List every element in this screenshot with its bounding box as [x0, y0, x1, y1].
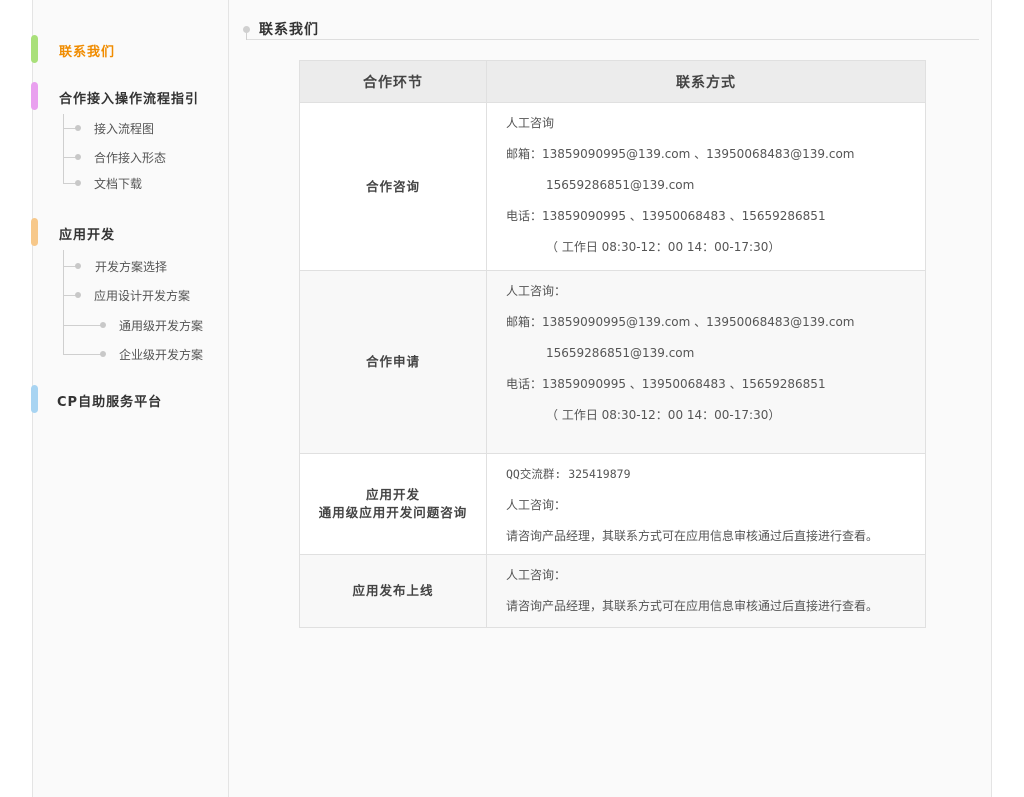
page-title: 联系我们: [259, 22, 319, 38]
page-frame: 联系我们 合作接入操作流程指引 接入流程图 合作接入形态 文档下载 应用开发 开…: [31, 0, 992, 797]
row-content: 人工咨询 邮箱：13859090995@139.com 、13950068483…: [506, 116, 855, 254]
main-content: 联系我们 合作环节 联系方式 合作咨询 人工咨询 邮箱：13859090995@…: [229, 0, 991, 797]
sidebar-subitem-general-plan[interactable]: 通用级开发方案: [33, 315, 229, 335]
bullet-icon: [75, 292, 81, 298]
row-label: 应用开发 通用级应用开发问题咨询: [300, 454, 487, 554]
sidebar-item-contact-us[interactable]: 联系我们: [59, 41, 115, 60]
sidebar-section-guide[interactable]: 合作接入操作流程指引: [31, 82, 229, 110]
bullet-icon: [75, 125, 81, 131]
table-row: 合作申请 人工咨询： 邮箱：13859090995@139.com 、13950…: [300, 271, 925, 454]
row-content: QQ交流群: 325419879 人工咨询： 请咨询产品经理，其联系方式可在应用…: [506, 467, 879, 543]
sidebar-subitem-docs-download[interactable]: 文档下载: [33, 173, 229, 193]
title-divider: [247, 39, 979, 40]
column-header: 联系方式: [676, 74, 736, 91]
contact-table: 合作环节 联系方式 合作咨询 人工咨询 邮箱：13859090995@139.c…: [299, 60, 926, 628]
sidebar-item-app-dev[interactable]: 应用开发: [59, 224, 115, 243]
sidebar-section-cp[interactable]: CP自助服务平台: [31, 385, 229, 413]
bullet-icon: [100, 322, 106, 328]
section-marker: [31, 35, 38, 63]
sidebar-section-dev[interactable]: 应用开发: [31, 218, 229, 246]
column-header: 合作环节: [300, 61, 487, 102]
table-row: 合作咨询 人工咨询 邮箱：13859090995@139.com 、139500…: [300, 103, 925, 271]
row-content: 人工咨询： 请咨询产品经理，其联系方式可在应用信息审核通过后直接进行查看。: [506, 568, 879, 613]
bullet-icon: [75, 180, 81, 186]
sidebar-subitem-dev-plan[interactable]: 开发方案选择: [33, 256, 229, 276]
sidebar-item-cp-platform[interactable]: CP自助服务平台: [57, 391, 162, 410]
table-header: 合作环节 联系方式: [300, 61, 925, 103]
table-row: 应用开发 通用级应用开发问题咨询 QQ交流群: 325419879 人工咨询： …: [300, 454, 925, 555]
sidebar-subitem-enterprise-plan[interactable]: 企业级开发方案: [33, 344, 229, 364]
row-label: 合作咨询: [300, 103, 487, 270]
bullet-icon: [100, 351, 106, 357]
bullet-icon: [75, 154, 81, 160]
table-row: 应用发布上线 人工咨询： 请咨询产品经理，其联系方式可在应用信息审核通过后直接进…: [300, 555, 925, 627]
sidebar-item-access-guide[interactable]: 合作接入操作流程指引: [59, 88, 199, 107]
section-marker: [31, 218, 38, 246]
row-label: 应用发布上线: [300, 555, 487, 627]
sidebar-section-contact[interactable]: 联系我们: [31, 35, 229, 63]
section-marker: [31, 385, 38, 413]
sidebar-subitem-access-form[interactable]: 合作接入形态: [33, 147, 229, 167]
sidebar-subitem-flowchart[interactable]: 接入流程图: [33, 118, 229, 138]
row-content: 人工咨询： 邮箱：13859090995@139.com 、1395006848…: [506, 284, 855, 422]
row-label: 合作申请: [300, 271, 487, 453]
sidebar-subitem-app-design[interactable]: 应用设计开发方案: [33, 285, 229, 305]
section-marker: [31, 82, 38, 110]
sidebar: 联系我们 合作接入操作流程指引 接入流程图 合作接入形态 文档下载 应用开发 开…: [31, 0, 229, 797]
bullet-icon: [75, 263, 81, 269]
